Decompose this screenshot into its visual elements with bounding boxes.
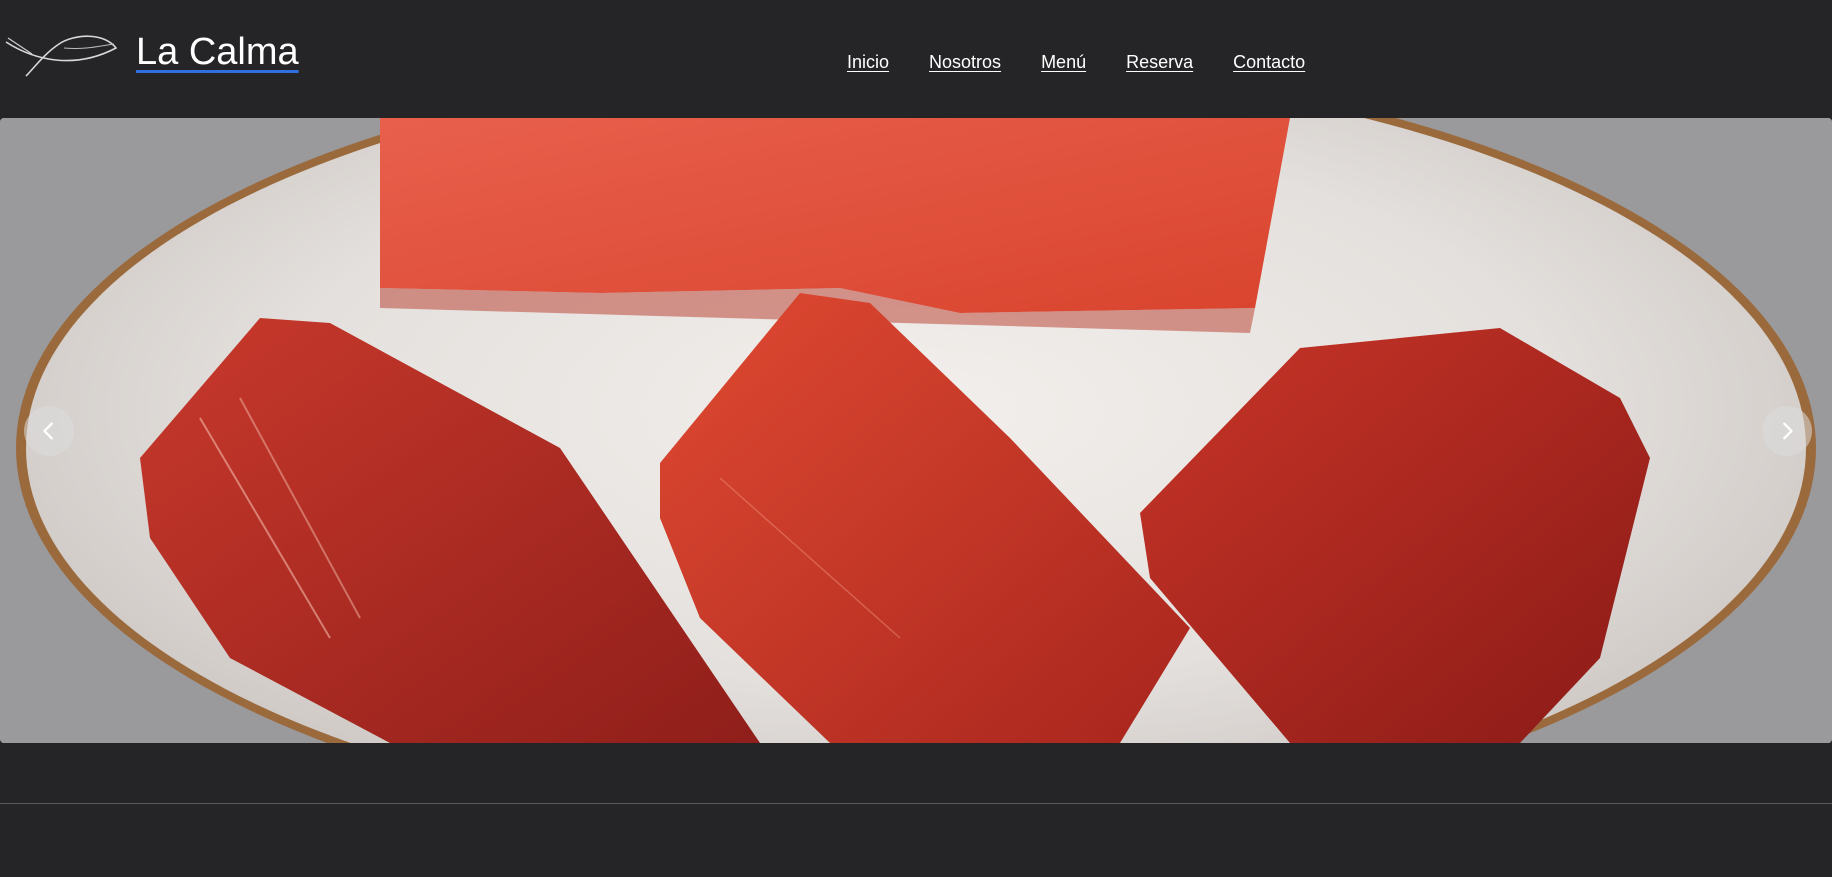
nav-item-contacto[interactable]: Contacto xyxy=(1233,52,1305,73)
site-header: La Calma Inicio Nosotros Menú Reserva Co… xyxy=(0,0,1832,118)
carousel-next-button[interactable] xyxy=(1762,406,1812,456)
nav-item-inicio[interactable]: Inicio xyxy=(847,52,889,73)
brand-name[interactable]: La Calma xyxy=(136,31,299,74)
hero-carousel[interactable] xyxy=(0,118,1832,743)
section-divider xyxy=(0,803,1832,804)
nav-item-nosotros[interactable]: Nosotros xyxy=(929,52,1001,73)
logo[interactable]: La Calma xyxy=(4,30,299,80)
nav-item-reserva[interactable]: Reserva xyxy=(1126,52,1193,73)
chevron-left-icon xyxy=(43,422,53,440)
fish-line-icon xyxy=(5,35,118,77)
main-nav: Inicio Nosotros Menú Reserva Contacto xyxy=(847,52,1305,73)
carousel-slide-image xyxy=(0,118,1832,743)
nav-item-menu[interactable]: Menú xyxy=(1041,52,1086,73)
carousel-prev-button[interactable] xyxy=(24,406,74,456)
chevron-right-icon xyxy=(1783,422,1793,440)
